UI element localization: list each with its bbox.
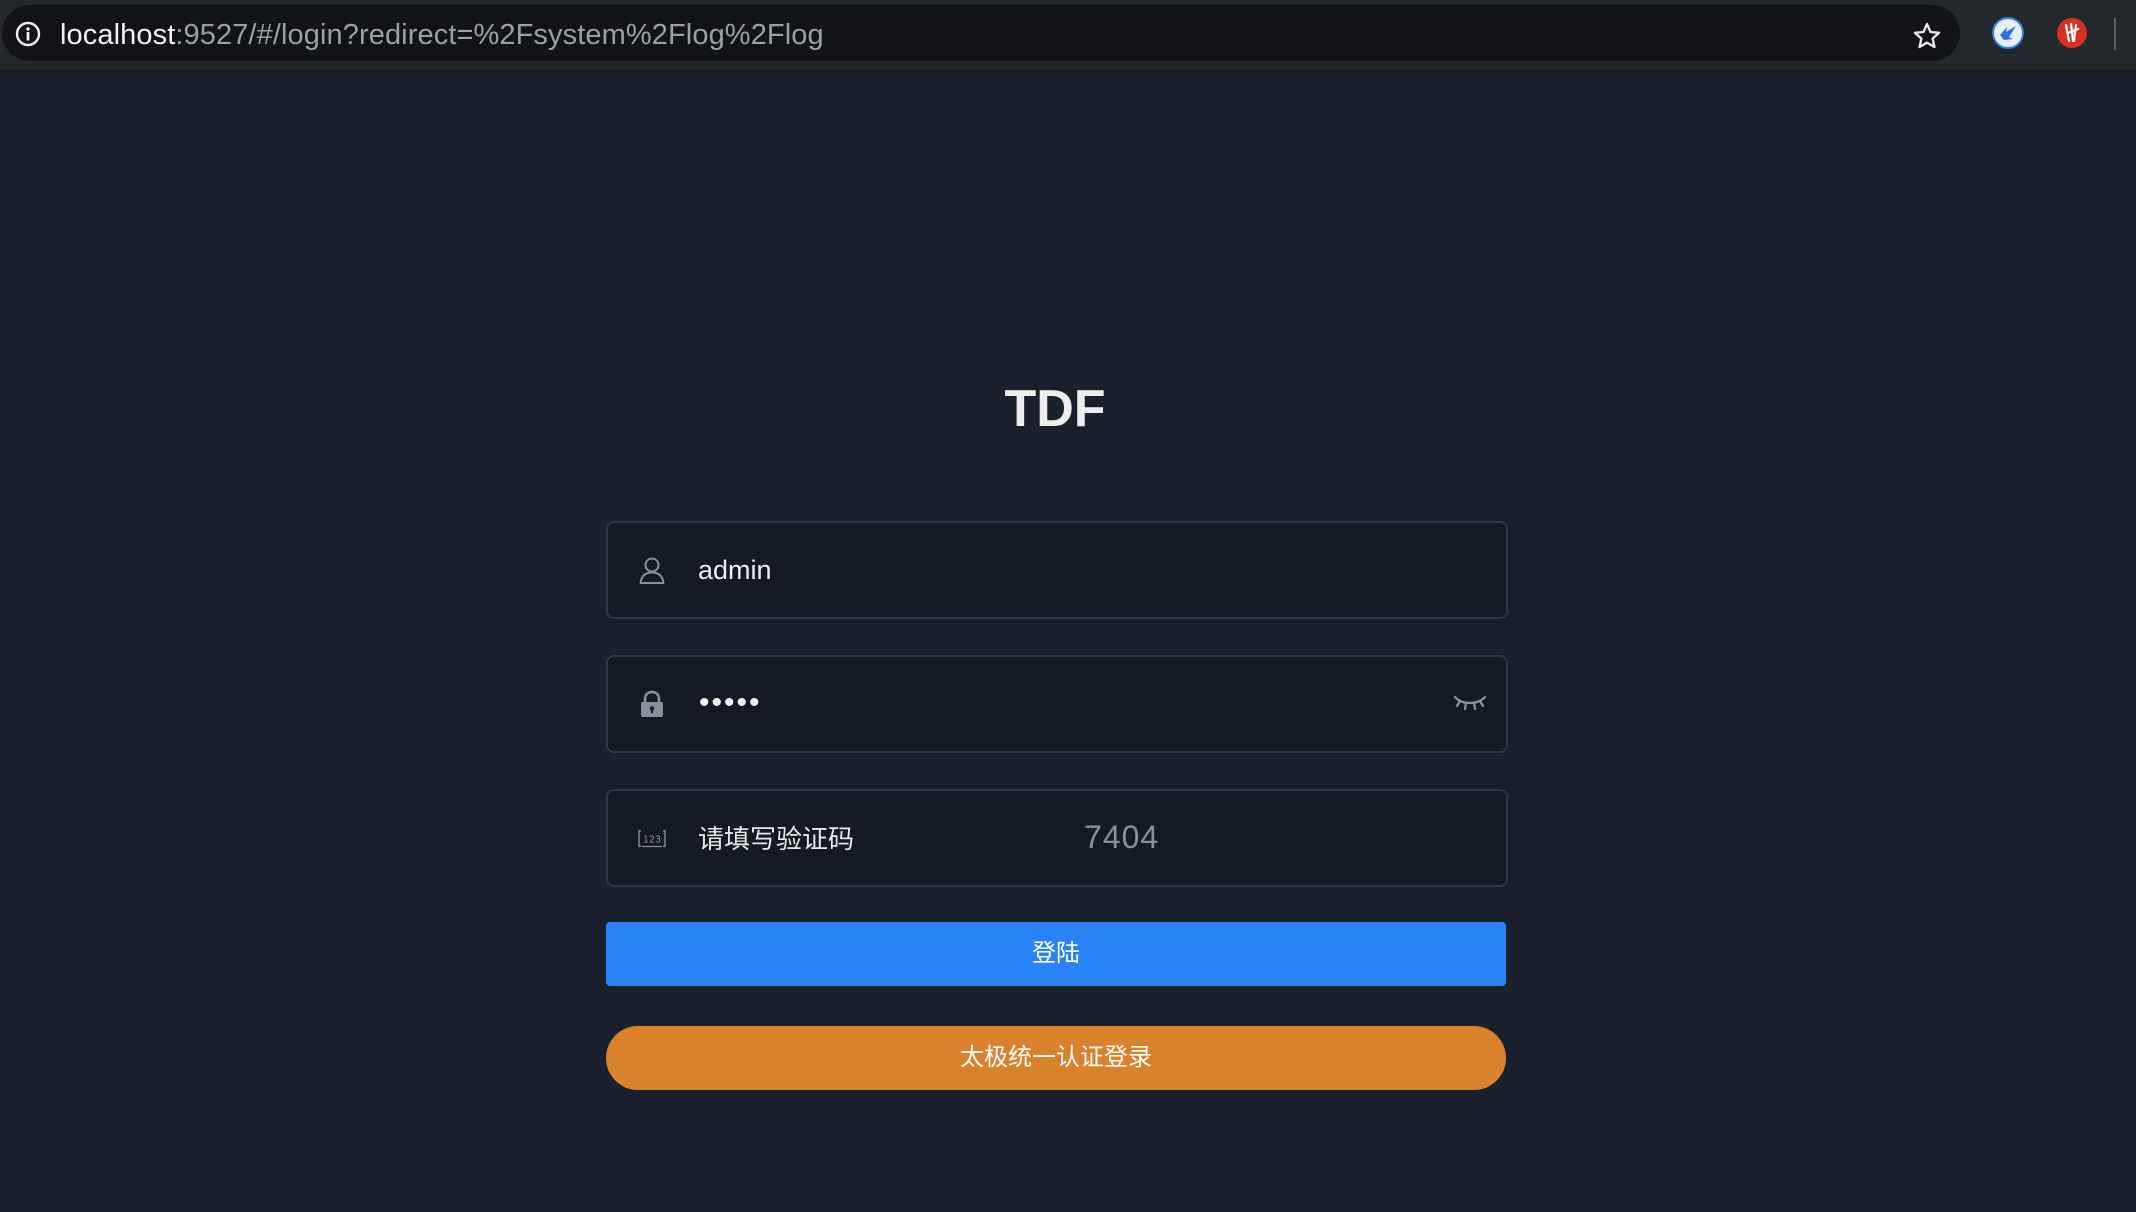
info-icon[interactable]: [15, 21, 41, 47]
captcha-field[interactable]: 123 请填写验证码 7404: [606, 789, 1508, 887]
toolbar-divider: [2114, 18, 2116, 50]
login-button[interactable]: 登陆: [606, 922, 1506, 986]
extension-bird-icon[interactable]: [1992, 17, 2024, 49]
browser-toolbar: localhost:9527/#/login?redirect=%2Fsyste…: [0, 0, 2136, 71]
keyboard-number-icon-text: 123: [643, 835, 661, 846]
keyboard-number-icon: 123: [638, 830, 666, 848]
url-host: localhost: [60, 19, 176, 51]
extension-red-icon[interactable]: [2056, 17, 2088, 49]
lock-icon: [641, 690, 663, 717]
eye-closed-icon[interactable]: [1452, 691, 1488, 713]
url-text[interactable]: localhost:9527/#/login?redirect=%2Fsyste…: [60, 19, 824, 51]
username-input[interactable]: admin: [698, 552, 772, 588]
sso-login-button[interactable]: 太极统一认证登录: [606, 1026, 1506, 1090]
username-field[interactable]: admin: [606, 521, 1508, 619]
password-input[interactable]: •••••: [699, 685, 762, 721]
star-icon[interactable]: [1912, 21, 1942, 51]
captcha-code[interactable]: 7404: [1084, 819, 1159, 855]
login-title: TDF: [1004, 380, 1106, 438]
address-bar[interactable]: localhost:9527/#/login?redirect=%2Fsyste…: [2, 5, 1960, 61]
captcha-input[interactable]: 请填写验证码: [698, 821, 854, 857]
user-icon: [639, 557, 665, 584]
password-field[interactable]: •••••: [606, 655, 1508, 753]
url-path: :9527/#/login?redirect=%2Fsystem%2Flog%2…: [175, 19, 824, 51]
